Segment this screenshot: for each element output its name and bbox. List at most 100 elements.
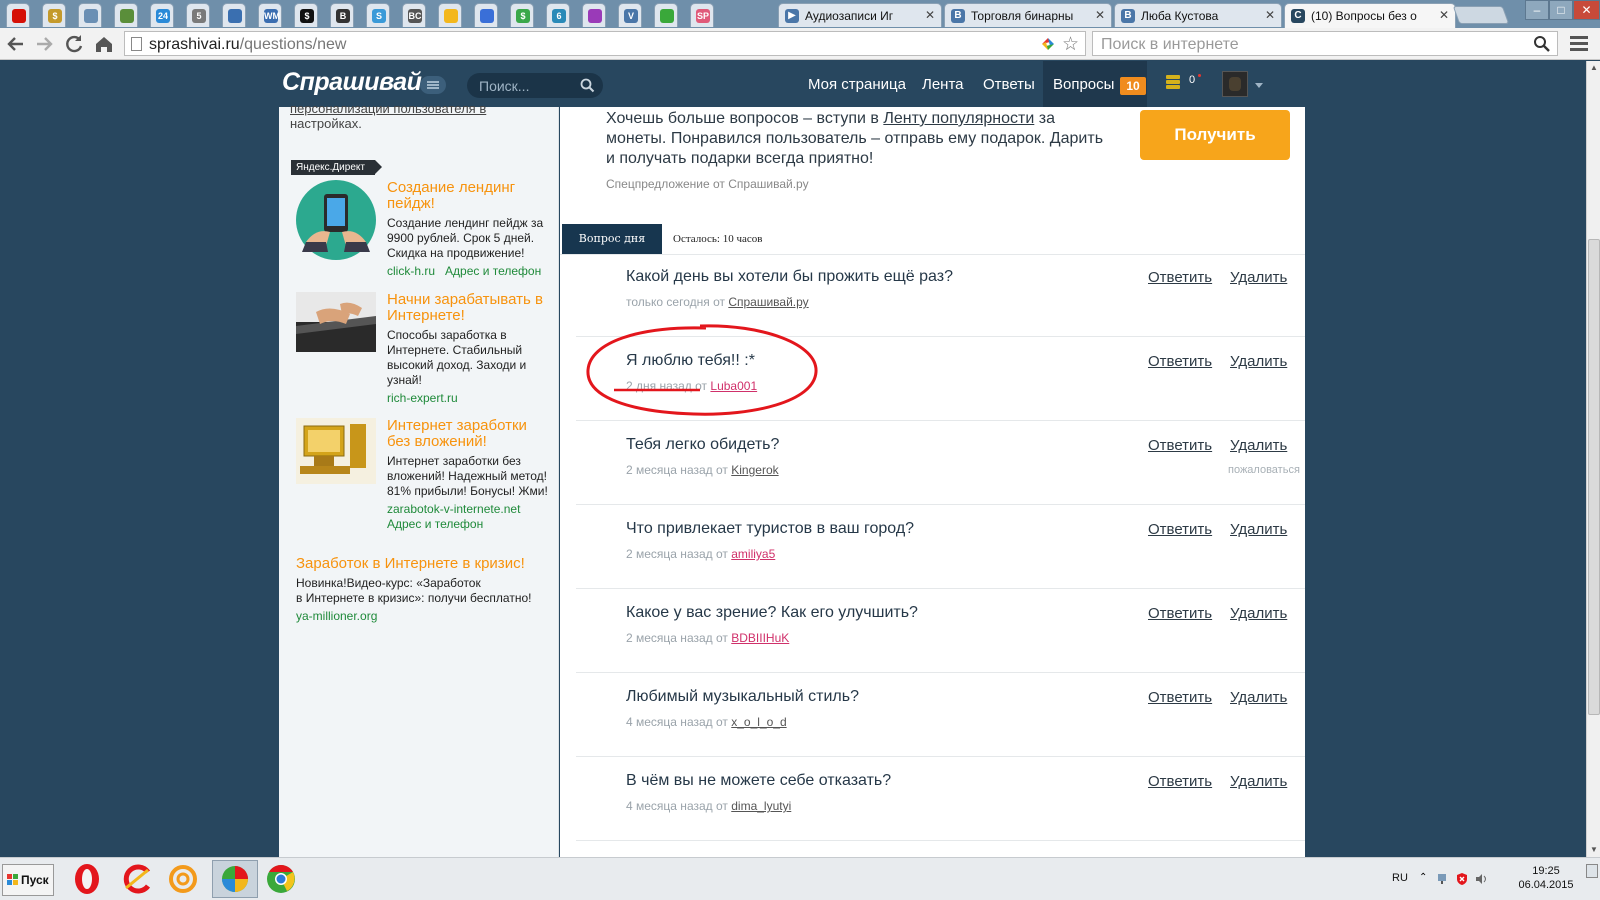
pinned-tab[interactable]	[438, 3, 462, 27]
site-menu-button[interactable]	[420, 76, 446, 94]
pinned-tab[interactable]: B	[330, 3, 354, 27]
site-logo[interactable]: Спрашивай	[282, 68, 422, 97]
start-button[interactable]: Пуск	[2, 864, 54, 896]
coins-icon[interactable]	[1166, 75, 1180, 93]
ad-domain[interactable]: zarabotok-v-internete.net	[387, 502, 552, 517]
browser-menu-icon[interactable]	[1570, 36, 1588, 52]
window-close-button[interactable]: ✕	[1573, 0, 1600, 20]
ad-title[interactable]: Интернет заработки без вложений!	[387, 418, 552, 450]
question-author-link[interactable]: Kingerok	[731, 463, 778, 477]
scroll-down-arrow-icon[interactable]: ▼	[1587, 843, 1600, 857]
pinned-tab[interactable]: S	[366, 3, 390, 27]
ad-domain[interactable]: ya-millioner.org	[296, 609, 554, 623]
pinned-tab[interactable]: 5	[186, 3, 210, 27]
pinned-tab[interactable]	[114, 3, 138, 27]
browser-tab[interactable]: ▶ Аудиозаписи Иг ✕	[778, 3, 942, 27]
picasa-icon[interactable]	[218, 862, 252, 896]
network-icon[interactable]	[1437, 872, 1451, 886]
question-author-link[interactable]: amiliya5	[731, 547, 775, 561]
question-author-link[interactable]: Спрашивай.ру	[728, 295, 808, 309]
security-alert-icon[interactable]	[1455, 872, 1469, 886]
pinned-tab[interactable]: $	[294, 3, 318, 27]
report-link[interactable]: пожаловаться	[1228, 464, 1300, 476]
ad-contact-link[interactable]: Адрес и телефон	[445, 264, 541, 278]
question-text[interactable]: Что привлекает туристов в ваш город?	[626, 520, 914, 538]
answer-button[interactable]: Ответить	[1148, 269, 1212, 286]
translate-extension-icon[interactable]	[1041, 37, 1055, 51]
search-icon[interactable]	[580, 78, 595, 93]
tab-close-icon[interactable]: ✕	[1439, 8, 1449, 22]
pinned-tab[interactable]: SP	[690, 3, 714, 27]
ad-domain[interactable]: rich-expert.ru	[387, 391, 552, 406]
page-scrollbar[interactable]: ▲ ▼	[1586, 61, 1600, 857]
user-avatar[interactable]	[1222, 71, 1248, 97]
answer-button[interactable]: Ответить	[1148, 605, 1212, 622]
search-icon[interactable]	[1533, 35, 1551, 53]
pinned-tab[interactable]: WM	[258, 3, 282, 27]
yandex-direct-label[interactable]: Яндекс.Директ	[291, 160, 382, 175]
maximize-button[interactable]: □	[1549, 0, 1573, 20]
pinned-tab[interactable]	[654, 3, 678, 27]
bookmark-star-icon[interactable]: ☆	[1062, 33, 1079, 56]
answer-button[interactable]: Ответить	[1148, 521, 1212, 538]
ccleaner-icon[interactable]	[120, 862, 154, 896]
answer-button[interactable]: Ответить	[1148, 437, 1212, 454]
chrome-icon[interactable]	[264, 862, 298, 896]
question-author-link[interactable]: dima_lyutyi	[731, 799, 791, 813]
browser-tab[interactable]: B Торговля бинарны ✕	[944, 3, 1112, 27]
tray-expand-icon[interactable]: ⌃	[1419, 872, 1433, 886]
mail-agent-icon[interactable]	[166, 862, 200, 896]
ad-domain[interactable]: click-h.ru	[387, 264, 435, 278]
reload-button[interactable]	[62, 32, 86, 56]
web-search-box[interactable]: Поиск в интернете	[1092, 31, 1558, 56]
keyboard-language[interactable]: RU	[1392, 872, 1408, 884]
nav-answers[interactable]: Ответы	[983, 76, 1035, 93]
delete-button[interactable]: Удалить	[1230, 605, 1287, 622]
nav-my-page[interactable]: Моя страница	[808, 76, 906, 93]
delete-button[interactable]: Удалить	[1230, 269, 1287, 286]
forward-button[interactable]	[32, 32, 56, 56]
popularity-feed-link[interactable]: Ленту популярности	[883, 110, 1034, 127]
home-button[interactable]	[92, 32, 116, 56]
question-text[interactable]: Какое у вас зрение? Как его улучшить?	[626, 604, 918, 622]
pinned-tab[interactable]	[474, 3, 498, 27]
pinned-tab[interactable]: $	[42, 3, 66, 27]
ad-title[interactable]: Заработок в Интернете в кризис!	[296, 555, 554, 572]
text-ad-block[interactable]: Заработок в Интернете в кризис! Новинка!…	[296, 555, 554, 623]
browser-tab[interactable]: С (10) Вопросы без о ✕	[1284, 3, 1456, 28]
question-of-day-tab[interactable]: Вопрос дня	[562, 224, 662, 254]
pinned-tab[interactable]	[222, 3, 246, 27]
clock[interactable]: 19:25 06.04.2015	[1511, 864, 1581, 892]
scroll-up-arrow-icon[interactable]: ▲	[1587, 61, 1600, 75]
pinned-tab[interactable]	[78, 3, 102, 27]
back-button[interactable]	[4, 32, 28, 56]
sidebar-cut-text-line1[interactable]: персонализации пользователя в	[290, 101, 486, 116]
answer-button[interactable]: Ответить	[1148, 353, 1212, 370]
tab-close-icon[interactable]: ✕	[1265, 8, 1275, 22]
answer-button[interactable]: Ответить	[1148, 773, 1212, 790]
pinned-tab[interactable]	[6, 3, 30, 27]
ad-contact-link[interactable]: Адрес и телефон	[387, 517, 552, 532]
pinned-tab[interactable]: BC	[402, 3, 426, 27]
address-bar[interactable]: sprashivai.ru/questions/new ☆	[124, 31, 1086, 56]
nav-feed[interactable]: Лента	[922, 76, 964, 93]
pinned-tab[interactable]: V	[618, 3, 642, 27]
site-search-input[interactable]: Поиск...	[467, 73, 603, 98]
question-author-link[interactable]: BDBIIIHuK	[731, 631, 789, 645]
tab-close-icon[interactable]: ✕	[1095, 8, 1105, 22]
question-text[interactable]: В чём вы не можете себе отказать?	[626, 772, 891, 790]
delete-button[interactable]: Удалить	[1230, 437, 1287, 454]
ad-title[interactable]: Начни зарабатывать в Интернете!	[387, 292, 552, 324]
delete-button[interactable]: Удалить	[1230, 521, 1287, 538]
delete-button[interactable]: Удалить	[1230, 773, 1287, 790]
pinned-tab[interactable]	[582, 3, 606, 27]
show-desktop-button[interactable]	[1586, 864, 1598, 878]
volume-icon[interactable]	[1474, 872, 1488, 886]
delete-button[interactable]: Удалить	[1230, 689, 1287, 706]
scrollbar-thumb[interactable]	[1588, 239, 1600, 715]
question-author-link[interactable]: x_o_l_o_d	[731, 715, 786, 729]
tab-close-icon[interactable]: ✕	[925, 8, 935, 22]
ad-title[interactable]: Создание лендинг пейдж!	[387, 180, 552, 212]
new-tab-button[interactable]	[1452, 6, 1510, 24]
get-button[interactable]: Получить	[1140, 110, 1290, 160]
